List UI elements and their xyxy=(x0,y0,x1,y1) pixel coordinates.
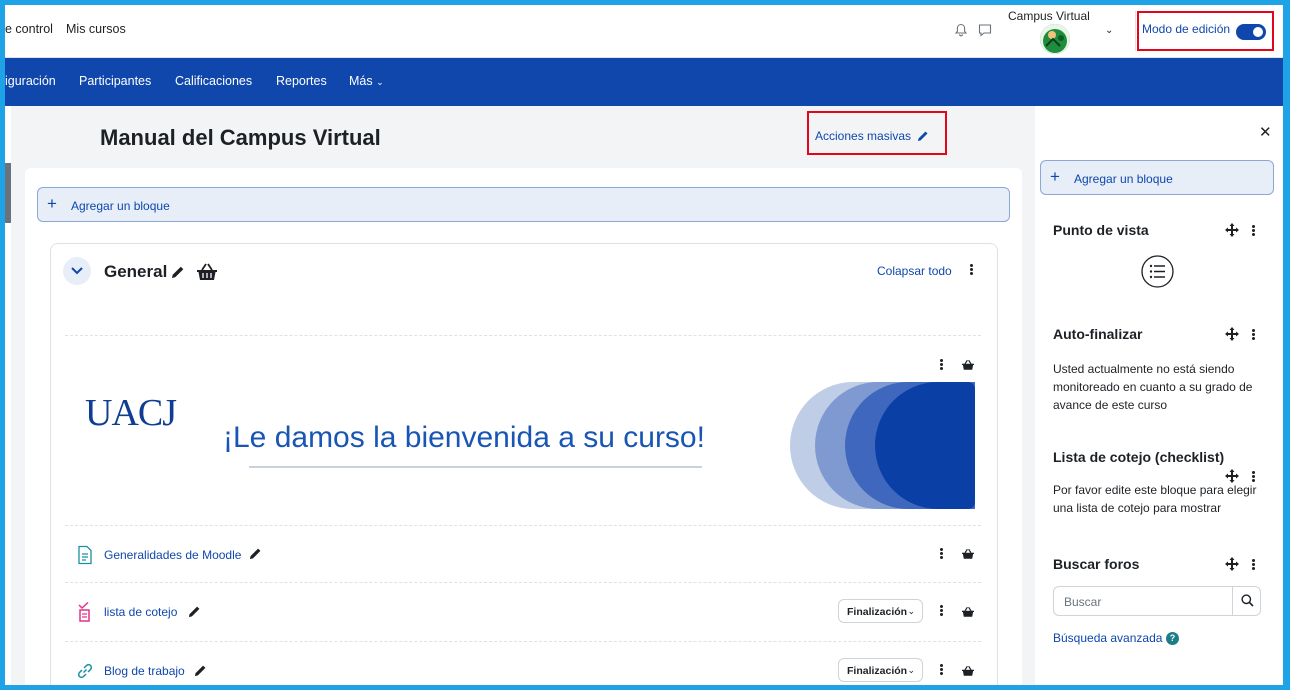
section-menu-icon[interactable] xyxy=(968,263,974,277)
scrollbar[interactable] xyxy=(5,163,11,223)
block-menu-icon[interactable] xyxy=(1250,558,1256,572)
basket-icon[interactable] xyxy=(961,359,975,371)
basket-icon[interactable] xyxy=(961,665,975,677)
search-button[interactable] xyxy=(1232,587,1261,615)
activity-row: Generalidades de Moodle xyxy=(65,545,981,601)
chevron-down-icon[interactable]: ⌄ xyxy=(1105,25,1113,36)
plus-icon: + xyxy=(47,194,57,213)
add-block-button[interactable]: + Agregar un bloque xyxy=(1040,160,1274,195)
pencil-icon[interactable] xyxy=(194,664,207,677)
bulk-actions-button[interactable]: Acciones masivas xyxy=(815,129,911,143)
link-icon xyxy=(77,663,93,679)
activity-link[interactable]: Blog de trabajo xyxy=(104,664,185,678)
move-icon[interactable] xyxy=(1225,223,1239,237)
add-block-label: Agregar un bloque xyxy=(1074,172,1173,186)
banner-menu-icon[interactable] xyxy=(938,358,944,372)
user-name[interactable]: Campus Virtual xyxy=(1008,9,1090,23)
chat-icon[interactable] xyxy=(978,23,992,37)
block-text: Usted actualmente no está siendo monitor… xyxy=(1053,362,1253,412)
search-icon xyxy=(1241,594,1254,607)
pencil-icon[interactable] xyxy=(171,265,185,279)
welcome-underline xyxy=(249,466,702,468)
block-search-forums: Buscar foros Buscar Búsqueda avanzada ? xyxy=(1040,543,1274,661)
block-menu-icon[interactable] xyxy=(1250,224,1256,238)
basket-icon[interactable] xyxy=(961,606,975,618)
block-title: Buscar foros xyxy=(1053,556,1140,572)
completion-dropdown[interactable]: Finalización ⌄ xyxy=(838,599,923,623)
course-nav: iguración Participantes Calificaciones R… xyxy=(5,58,1283,106)
divider xyxy=(1135,11,1136,51)
close-icon[interactable]: ✕ xyxy=(1259,123,1272,141)
block-auto-complete: Auto-finalizar Usted actualmente no está… xyxy=(1040,313,1274,423)
pencil-icon[interactable] xyxy=(249,547,262,560)
activity-link[interactable]: Generalidades de Moodle xyxy=(104,548,241,562)
chevron-down-icon: ⌄ xyxy=(907,665,915,675)
chevron-down-icon: ⌄ xyxy=(376,77,384,87)
tab-participants[interactable]: Participantes xyxy=(79,74,151,88)
page-icon xyxy=(78,545,92,565)
block-title: Lista de cotejo (checklist) xyxy=(1053,449,1225,465)
chevron-down-icon xyxy=(71,267,83,275)
divider xyxy=(65,641,981,642)
activity-menu-icon[interactable] xyxy=(938,547,944,561)
activity-row: Blog de trabajo Finalización ⌄ xyxy=(65,658,981,685)
section-title: General xyxy=(104,262,168,281)
edit-mode-label[interactable]: Modo de edición xyxy=(1142,22,1230,36)
welcome-text: ¡Le damos la bienvenida a su curso! xyxy=(223,421,705,454)
pencil-icon[interactable] xyxy=(188,605,201,618)
chevron-down-icon: ⌄ xyxy=(907,606,915,616)
activity-link[interactable]: lista de cotejo xyxy=(104,605,177,619)
activity-menu-icon[interactable] xyxy=(938,663,944,677)
completion-label: Finalización xyxy=(847,606,908,618)
list-icon[interactable] xyxy=(1141,255,1174,288)
pencil-icon[interactable] xyxy=(917,130,929,142)
banner-graphic xyxy=(790,382,975,509)
block-next xyxy=(1040,673,1274,685)
app-window: e control Mis cursos Campus Virtual ⌄ Mo… xyxy=(5,5,1283,685)
tab-reports[interactable]: Reportes xyxy=(276,74,327,88)
activity-menu-icon[interactable] xyxy=(938,604,944,618)
add-block-button[interactable]: + Agregar un bloque xyxy=(37,187,1010,222)
move-icon[interactable] xyxy=(1225,557,1239,571)
collapse-section-button[interactable] xyxy=(63,257,91,285)
add-block-label: Agregar un bloque xyxy=(71,199,170,213)
divider xyxy=(65,525,981,526)
block-view-point: Punto de vista xyxy=(1040,209,1274,298)
move-icon[interactable] xyxy=(1225,327,1239,341)
divider xyxy=(65,582,981,583)
tab-more-label: Más xyxy=(349,74,373,88)
tab-settings[interactable]: iguración xyxy=(5,74,56,88)
help-icon[interactable]: ? xyxy=(1166,632,1179,645)
completion-dropdown[interactable]: Finalización ⌄ xyxy=(838,658,923,682)
basket-icon[interactable] xyxy=(196,262,218,282)
avatar[interactable] xyxy=(1040,24,1070,54)
checklist-icon xyxy=(78,602,90,622)
block-title: Punto de vista xyxy=(1053,222,1149,238)
divider xyxy=(65,335,981,336)
block-menu-icon[interactable] xyxy=(1250,328,1256,342)
block-text: Por favor edite este bloque para elegir … xyxy=(1053,483,1257,515)
completion-label: Finalización xyxy=(847,665,908,677)
collapse-all-link[interactable]: Colapsar todo xyxy=(877,264,952,278)
bell-icon[interactable] xyxy=(954,23,968,37)
tab-more[interactable]: Más ⌄ xyxy=(349,74,384,88)
top-bar: e control Mis cursos Campus Virtual ⌄ Mo… xyxy=(5,5,1283,58)
basket-icon[interactable] xyxy=(961,548,975,560)
block-title: Auto-finalizar xyxy=(1053,326,1143,342)
nav-link-dashboard[interactable]: e control xyxy=(5,22,53,36)
plus-icon: + xyxy=(1050,167,1060,186)
edit-mode-toggle[interactable] xyxy=(1236,24,1266,40)
advanced-search-link[interactable]: Búsqueda avanzada xyxy=(1053,631,1162,645)
search-placeholder: Buscar xyxy=(1064,595,1102,609)
tab-grades[interactable]: Calificaciones xyxy=(175,74,252,88)
activity-row: lista de cotejo Finalización ⌄ xyxy=(65,599,981,658)
page-title: Manual del Campus Virtual xyxy=(100,125,381,150)
uacj-logo: UACJ xyxy=(85,392,177,434)
block-checklist: Lista de cotejo (checklist) Por favor ed… xyxy=(1040,436,1274,528)
search-input[interactable]: Buscar xyxy=(1053,586,1261,616)
nav-link-my-courses[interactable]: Mis cursos xyxy=(66,22,126,36)
